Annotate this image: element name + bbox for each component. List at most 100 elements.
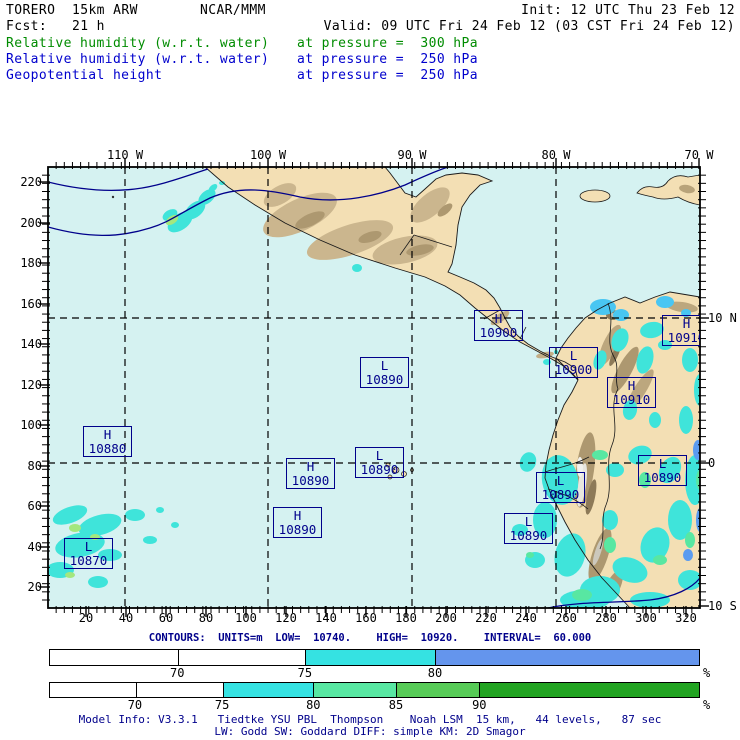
axis-label-gridpoint-y: 60 <box>27 499 42 513</box>
marker-letter: H <box>627 378 636 393</box>
axis-label-gridpoint-x: 220 <box>475 611 497 625</box>
marker-value: 10910 <box>612 392 651 407</box>
marker-letter: L <box>556 473 565 488</box>
pressure-marker-l: L 10900 <box>549 347 598 378</box>
colorbar-tick <box>395 683 397 697</box>
weather-plot-page: TORERO 15km ARW NCAR/MMM Init: 12 UTC Th… <box>0 0 740 740</box>
axis-label-gridpoint-x: 80 <box>198 611 214 625</box>
axis-label-gridpoint-y: 40 <box>27 540 42 554</box>
height-marker-layer: H10900L10900H10910H10910L10890H10880L108… <box>48 167 700 608</box>
marker-value: 10890 <box>365 372 404 387</box>
pressure-marker-h: H 10890 <box>273 507 322 538</box>
axis-label-gridpoint-y: 80 <box>27 459 42 473</box>
axis-label-gridpoint-y: 120 <box>20 378 42 392</box>
colorbar-segment <box>478 683 699 697</box>
axis-label-longitude: 100 W <box>249 148 287 162</box>
colorbar-tick <box>305 650 307 665</box>
marker-value: 10890 <box>643 470 682 485</box>
pressure-marker-h: H 10890 <box>286 458 335 489</box>
marker-letter: H <box>494 311 503 326</box>
marker-value: 10890 <box>278 522 317 537</box>
axis-label-gridpoint-y: 180 <box>20 256 42 270</box>
axis-label-gridpoint-x: 120 <box>275 611 297 625</box>
axis-label-longitude: 70 W <box>684 148 714 162</box>
colorbar-rh-300hPa <box>49 682 700 698</box>
axis-label-gridpoint-x: 180 <box>395 611 417 625</box>
pressure-marker-l: L 10870 <box>64 538 113 569</box>
colorbar-tick <box>313 683 315 697</box>
colorbar-segment <box>305 650 435 665</box>
pressure-marker-l: L 10890 <box>504 513 553 544</box>
axis-label-gridpoint-x: 40 <box>118 611 134 625</box>
axis-label-gridpoint-x: 100 <box>235 611 257 625</box>
axis-label-gridpoint-y: 20 <box>27 580 42 594</box>
pressure-marker-h: H10910 <box>607 377 656 408</box>
axis-label-latitude: 0 <box>708 456 716 470</box>
marker-letter: L <box>524 514 533 529</box>
colorbar-tick-label: 70 <box>170 666 185 680</box>
axis-label-gridpoint-x: 240 <box>515 611 537 625</box>
marker-letter: L <box>84 539 93 554</box>
axis-label-longitude: 110 W <box>106 148 144 162</box>
colorbar-tick-label: 70 <box>127 698 143 712</box>
marker-letter: H <box>103 427 112 442</box>
axis-label-gridpoint-y: 100 <box>20 418 42 432</box>
axis-label-latitude: 10 N <box>708 311 737 325</box>
pressure-marker-l: L 10890 <box>360 357 409 388</box>
axis-label-latitude: 10 S <box>708 599 737 613</box>
marker-value: 10890 <box>509 528 548 543</box>
colorbar-tick-label: 75 <box>214 698 230 712</box>
axis-label-gridpoint-y: 160 <box>20 297 42 311</box>
marker-value: 10890 <box>291 473 330 488</box>
pressure-marker-l: L 10890 <box>536 472 585 503</box>
marker-value: 10900 <box>479 325 518 340</box>
axis-label-gridpoint-y: 220 <box>20 175 42 189</box>
marker-letter: L <box>569 348 578 363</box>
colorbar-tick-label: 90 <box>472 698 487 712</box>
axis-label-gridpoint-x: 20 <box>78 611 94 625</box>
marker-value: 10900 <box>554 362 593 377</box>
marker-value: 10880 <box>88 441 127 456</box>
pressure-marker-h: H10910 <box>662 315 700 346</box>
marker-letter: L <box>375 448 384 463</box>
colorbar-unit-label: % <box>703 698 711 712</box>
colorbar-tick <box>222 683 224 697</box>
pressure-marker-h: H 10900 <box>474 310 523 341</box>
marker-letter: H <box>306 459 315 474</box>
axis-label-gridpoint-x: 260 <box>555 611 577 625</box>
axis-label-gridpoint-y: 140 <box>20 337 42 351</box>
colorbar-unit-label: % <box>703 666 711 680</box>
axis-label-gridpoint-x: 320 <box>675 611 697 625</box>
axis-label-gridpoint-x: 160 <box>355 611 377 625</box>
marker-letter: H <box>293 508 302 523</box>
axis-label-gridpoint-x: 140 <box>315 611 337 625</box>
colorbar-tick-label: 85 <box>388 698 404 712</box>
colorbar-segment <box>222 683 314 697</box>
axis-label-gridpoint-y: 200 <box>20 216 42 230</box>
colorbar-tick-label: 80 <box>306 698 321 712</box>
colorbar-tick <box>478 683 480 697</box>
colorbar-tick-label: 75 <box>297 666 313 680</box>
colorbar-segment <box>434 650 699 665</box>
pressure-marker-l: L 10890 <box>638 455 687 486</box>
colorbar-rh-250hPa <box>49 649 700 666</box>
contours-summary: CONTOURS: UNITS=m LOW= 10740. HIGH= 1092… <box>148 632 592 644</box>
axis-label-longitude: 90 W <box>397 148 427 162</box>
axis-label-gridpoint-x: 60 <box>158 611 174 625</box>
colorbar-segment <box>395 683 479 697</box>
colorbar-tick <box>177 650 179 665</box>
marker-value: 10910 <box>667 330 700 345</box>
axis-label-longitude: 80 W <box>541 148 571 162</box>
marker-value: 10870 <box>69 553 108 568</box>
pressure-marker-l: L 10890 <box>355 447 404 478</box>
marker-letter: H <box>682 316 691 331</box>
marker-letter: L <box>658 456 667 471</box>
pressure-marker-h: H 10880 <box>83 426 132 457</box>
colorbar-tick <box>135 683 137 697</box>
axis-label-gridpoint-x: 280 <box>595 611 617 625</box>
model-info-line2: LW: Godd SW: Goddard DIFF: simple KM: 2D… <box>214 725 526 738</box>
colorbar-tick <box>434 650 436 665</box>
marker-value: 10890 <box>541 487 580 502</box>
marker-value: 10890 <box>360 462 399 477</box>
axis-label-gridpoint-x: 300 <box>635 611 657 625</box>
